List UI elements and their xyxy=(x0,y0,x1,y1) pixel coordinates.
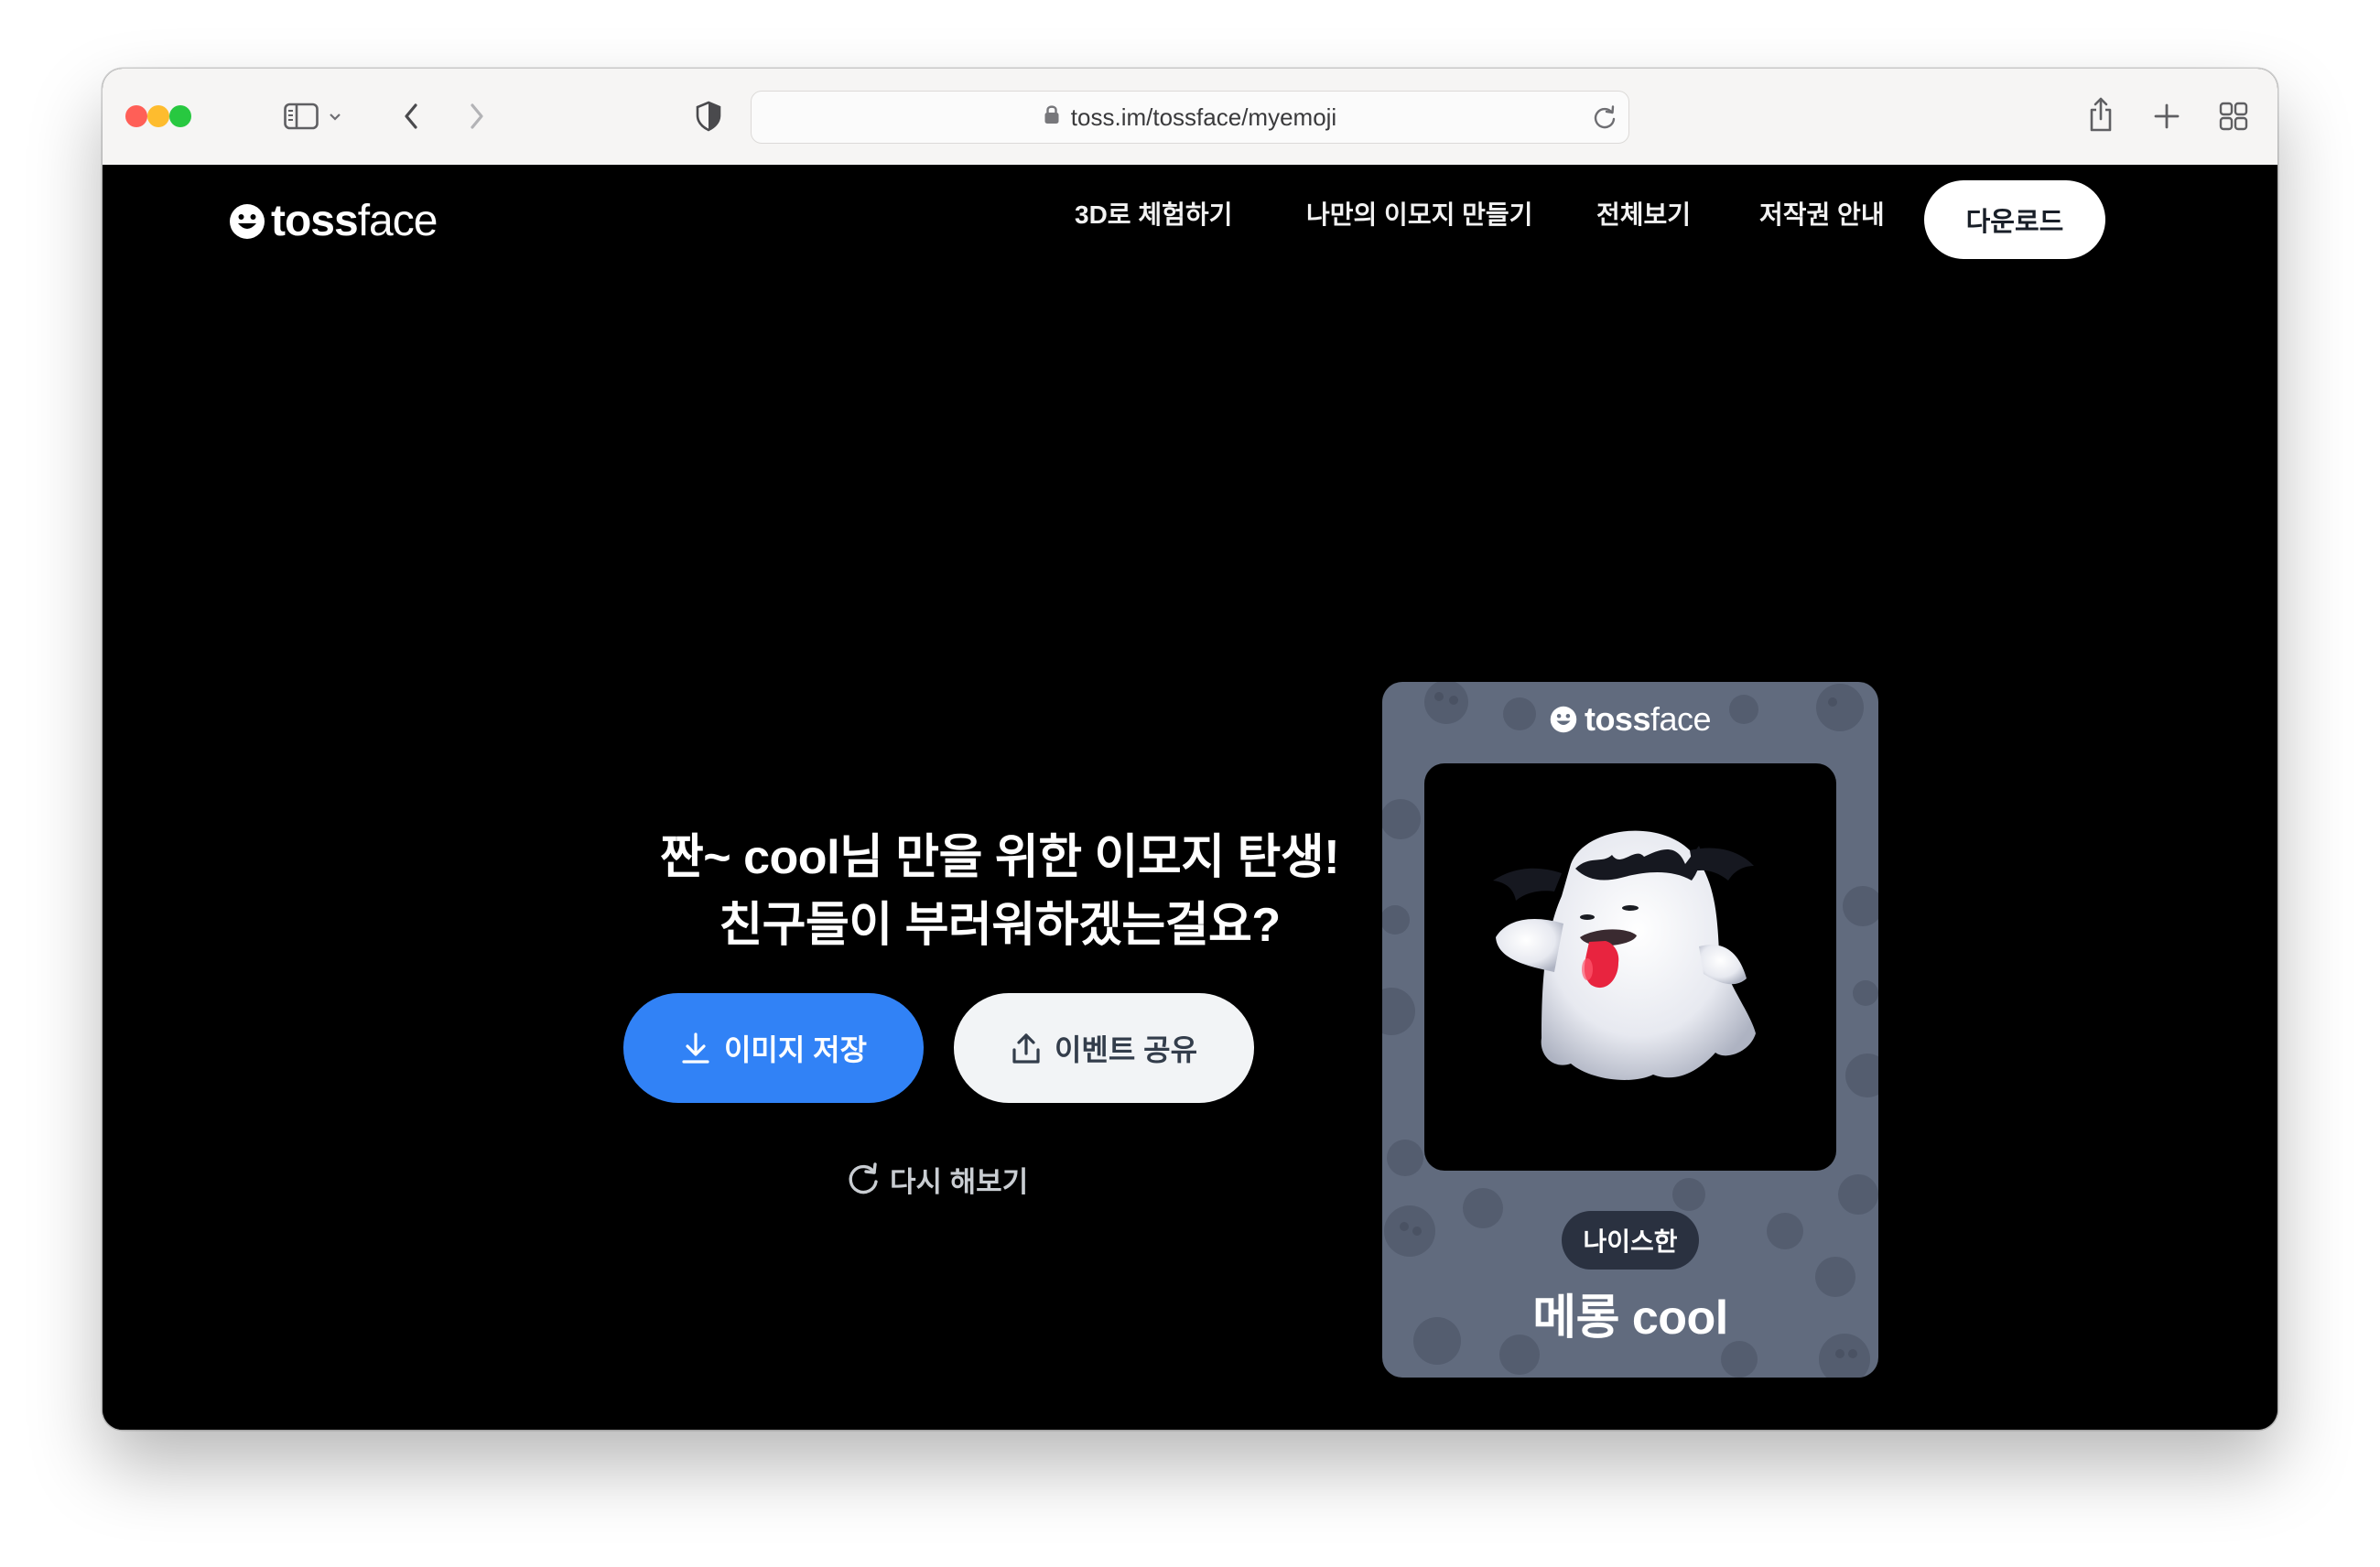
address-bar[interactable]: toss.im/tossface/myemoji xyxy=(751,91,1629,144)
card-logo: tossface xyxy=(1382,700,1878,739)
smiley-logo-icon xyxy=(1550,706,1577,733)
browser-window: toss.im/tossface/myemoji tossface 3D로 체험… xyxy=(103,69,2277,1430)
headline-line-1: 짠~ cool님 만을 위한 이모지 탄생! xyxy=(659,831,1340,884)
share-icon[interactable] xyxy=(2085,94,2116,135)
emoji-image-frame xyxy=(1424,763,1836,1171)
lock-icon xyxy=(1044,92,1060,143)
card-logo-face: face xyxy=(1650,700,1712,738)
card-logo-toss: toss xyxy=(1584,700,1651,738)
save-image-button[interactable]: 이미지 저장 xyxy=(623,993,924,1103)
smiley-logo-icon xyxy=(229,203,265,240)
shield-icon[interactable] xyxy=(693,100,724,133)
minimize-window-button[interactable] xyxy=(147,105,169,127)
tossface-logo[interactable]: tossface xyxy=(229,196,438,246)
share-event-label: 이벤트 공유 xyxy=(1054,1033,1198,1066)
chevron-right-icon[interactable] xyxy=(463,100,491,133)
sidebar-icon[interactable] xyxy=(282,100,320,133)
zoom-window-button[interactable] xyxy=(169,105,191,127)
url-text: toss.im/tossface/myemoji xyxy=(1070,103,1337,131)
emoji-result-card: tossface 나이스한 메롱 cool xyxy=(1382,682,1878,1378)
retry-button[interactable]: 다시 해보기 xyxy=(846,1159,1028,1199)
logo-face: face xyxy=(357,197,438,245)
chevron-down-icon[interactable] xyxy=(326,100,344,133)
save-image-label: 이미지 저장 xyxy=(723,1033,868,1066)
chevron-left-icon[interactable] xyxy=(397,100,425,133)
upload-share-icon xyxy=(1011,1032,1042,1064)
plus-icon[interactable] xyxy=(2151,100,2182,133)
browser-toolbar: toss.im/tossface/myemoji xyxy=(103,69,2277,166)
nav-3d[interactable]: 3D로 체험하기 xyxy=(1075,200,1232,231)
emoji-adjective-badge: 나이스한 xyxy=(1562,1211,1699,1270)
refresh-icon xyxy=(846,1162,881,1196)
ghost-emoji-icon xyxy=(1493,830,1756,1081)
nav-copyright[interactable]: 저작권 안내 xyxy=(1759,200,1885,231)
download-button[interactable]: 다운로드 xyxy=(1924,180,2105,259)
nav-view-all[interactable]: 전체보기 xyxy=(1596,200,1691,231)
close-window-button[interactable] xyxy=(125,105,147,127)
headline-line-2: 친구들이 부러워하겠는걸요? xyxy=(719,899,1281,952)
share-event-button[interactable]: 이벤트 공유 xyxy=(954,993,1254,1103)
emoji-name: 메롱 cool xyxy=(1532,1291,1728,1345)
nav-make-my-emoji[interactable]: 나만의 이모지 만들기 xyxy=(1306,200,1532,231)
web-page: tossface 3D로 체험하기 나만의 이모지 만들기 전체보기 저작권 안… xyxy=(103,165,2277,1430)
download-icon xyxy=(680,1032,711,1064)
retry-label: 다시 해보기 xyxy=(890,1165,1029,1198)
tab-grid-icon[interactable] xyxy=(2217,100,2250,133)
logo-toss: toss xyxy=(271,197,359,245)
reload-icon[interactable] xyxy=(1592,103,1617,135)
